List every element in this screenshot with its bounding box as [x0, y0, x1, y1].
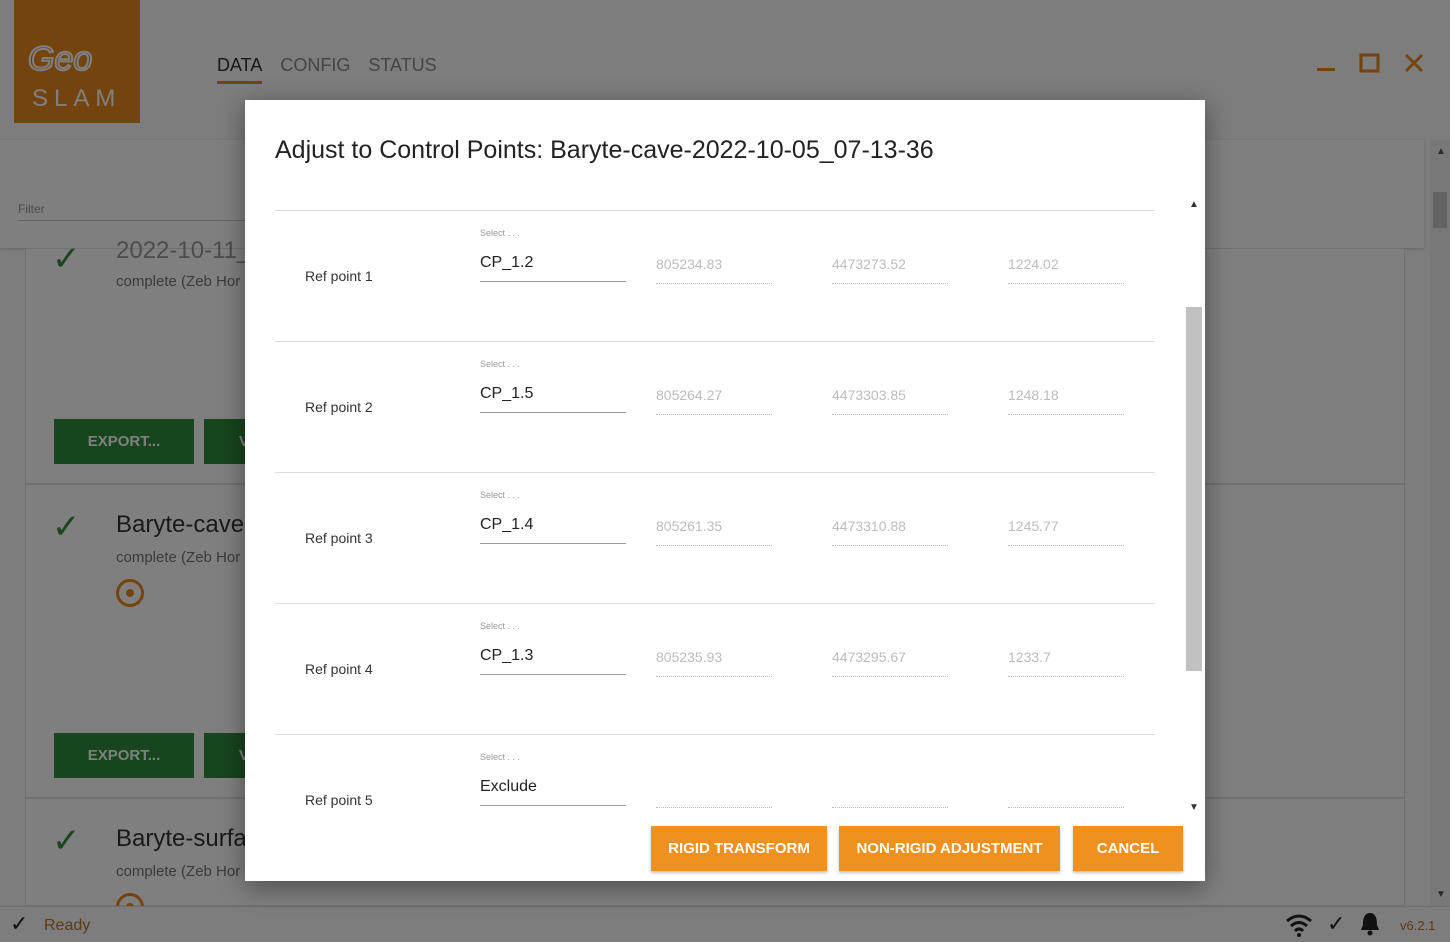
ref-point-label: Ref point 1 [305, 268, 373, 284]
select-caption: Select . . . [480, 359, 521, 369]
select-caption: Select . . . [480, 621, 521, 631]
y-coordinate-field: 4473303.85 [832, 387, 948, 415]
ref-point-row: Ref point 1 Select . . . CP_1.2 805234.8… [275, 210, 1155, 341]
scroll-thumb[interactable] [1186, 307, 1202, 671]
scroll-down-icon[interactable]: ▼ [1189, 802, 1199, 813]
z-coordinate-field: 1233.7 [1008, 649, 1124, 677]
dialog-scrollbar[interactable]: ▲ ▼ [1183, 195, 1205, 815]
scroll-up-icon[interactable]: ▲ [1189, 199, 1199, 210]
x-coordinate-field: 805235.93 [656, 649, 772, 677]
ref-point-row: Ref point 5 Select . . . Exclude [275, 734, 1155, 815]
ref-point-list: Ref point 1 Select . . . CP_1.2 805234.8… [275, 195, 1155, 815]
select-caption: Select . . . [480, 228, 521, 238]
x-coordinate-field: 805261.35 [656, 518, 772, 546]
z-coordinate-field: 1245.77 [1008, 518, 1124, 546]
y-coordinate-field [832, 780, 948, 808]
y-coordinate-field: 4473295.67 [832, 649, 948, 677]
z-coordinate-field [1008, 780, 1124, 808]
y-coordinate-field: 4473310.88 [832, 518, 948, 546]
adjust-control-points-dialog: Adjust to Control Points: Baryte-cave-20… [245, 100, 1205, 881]
ref-point-label: Ref point 5 [305, 792, 373, 808]
cancel-button[interactable]: CANCEL [1073, 826, 1183, 871]
dialog-title: Adjust to Control Points: Baryte-cave-20… [275, 136, 934, 164]
control-point-select[interactable]: Exclude [480, 778, 626, 806]
control-point-select[interactable]: CP_1.4 [480, 516, 626, 544]
control-point-select[interactable]: CP_1.5 [480, 385, 626, 413]
x-coordinate-field: 805234.83 [656, 256, 772, 284]
z-coordinate-field: 1224.02 [1008, 256, 1124, 284]
x-coordinate-field: 805264.27 [656, 387, 772, 415]
rigid-transform-button[interactable]: RIGID TRANSFORM [651, 826, 827, 871]
control-point-select[interactable]: CP_1.2 [480, 254, 626, 282]
control-point-select[interactable]: CP_1.3 [480, 647, 626, 675]
ref-point-row: Ref point 4 Select . . . CP_1.3 805235.9… [275, 603, 1155, 734]
x-coordinate-field [656, 780, 772, 808]
ref-point-row: Ref point 3 Select . . . CP_1.4 805261.3… [275, 472, 1155, 603]
ref-point-label: Ref point 2 [305, 399, 373, 415]
select-caption: Select . . . [480, 752, 521, 762]
ref-point-label: Ref point 4 [305, 661, 373, 677]
ref-point-row: Ref point 2 Select . . . CP_1.5 805264.2… [275, 341, 1155, 472]
ref-point-label: Ref point 3 [305, 530, 373, 546]
y-coordinate-field: 4473273.52 [832, 256, 948, 284]
z-coordinate-field: 1248.18 [1008, 387, 1124, 415]
select-caption: Select . . . [480, 490, 521, 500]
non-rigid-adjustment-button[interactable]: NON-RIGID ADJUSTMENT [839, 826, 1060, 871]
